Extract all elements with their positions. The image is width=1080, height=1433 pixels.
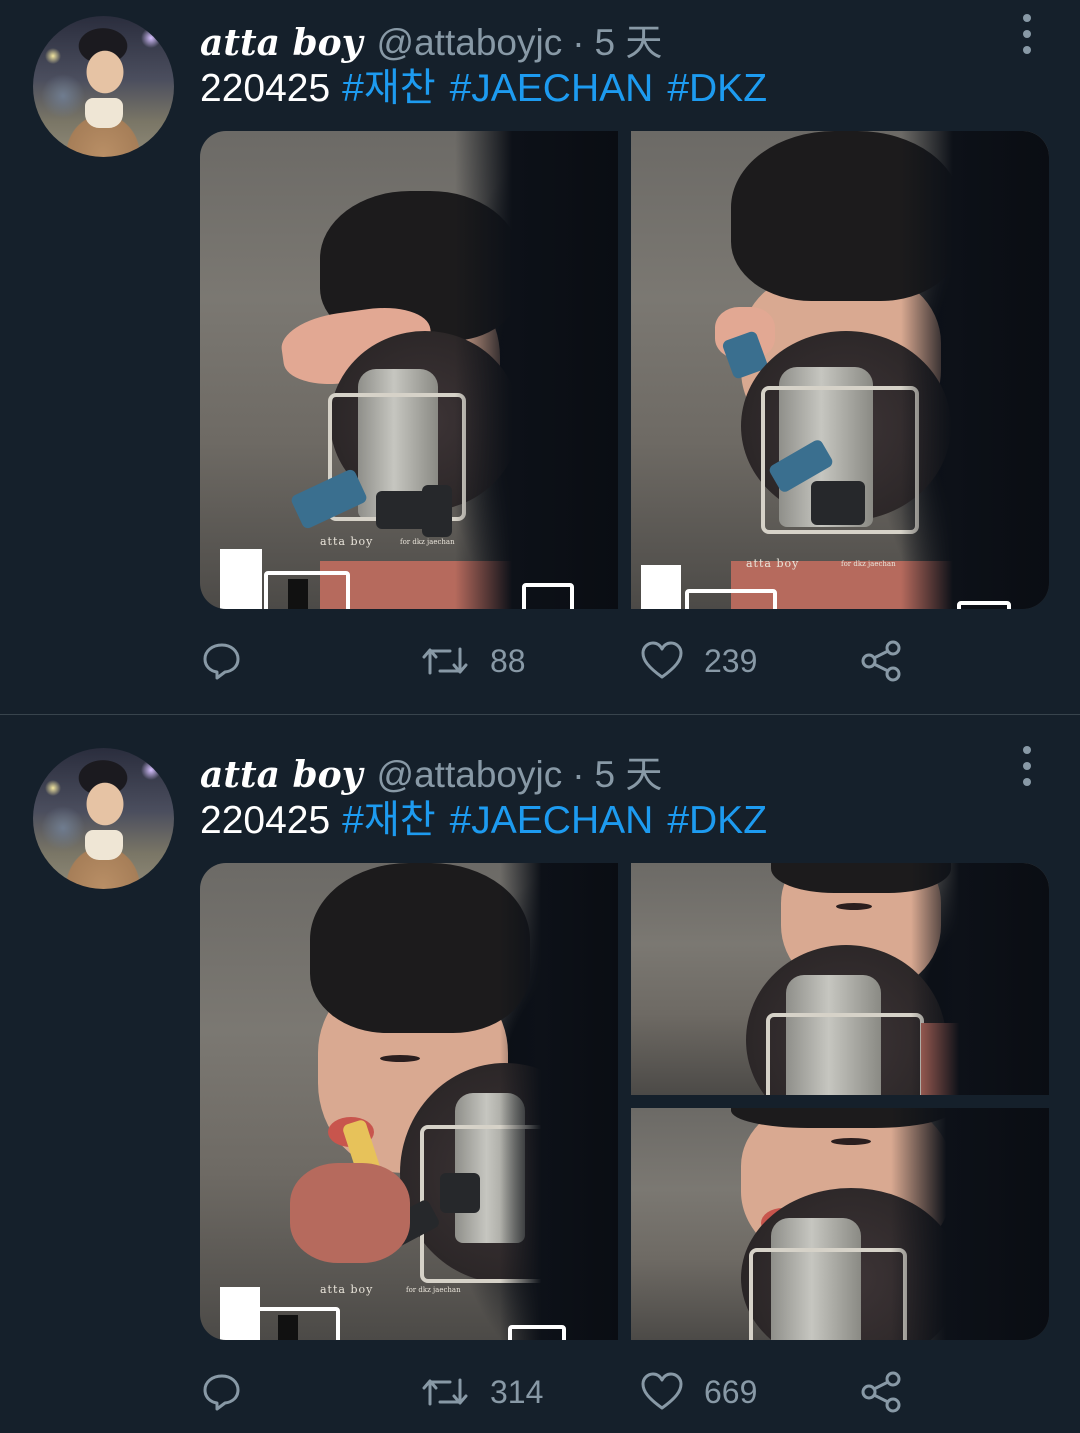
tweet-header: atta boy @attaboyjc · 5 天 bbox=[200, 12, 662, 64]
reply-button[interactable] bbox=[200, 1367, 264, 1417]
sticker-box-icon bbox=[264, 571, 350, 609]
retweet-count: 88 bbox=[490, 642, 526, 679]
sticker-icon bbox=[220, 549, 262, 609]
photo-watermark-sub: for dkz jaechan bbox=[406, 1286, 461, 1294]
tweet-text: 220425 #재찬 #JAECHAN #DKZ bbox=[200, 66, 781, 112]
avatar-scarf bbox=[85, 830, 123, 860]
tweet-date-text: 220425 bbox=[200, 799, 331, 842]
tweet-text: 220425 #재찬 #JAECHAN #DKZ bbox=[200, 798, 781, 844]
photo-watermark: atta boy bbox=[320, 1283, 374, 1296]
photo-watermark: atta boy bbox=[320, 535, 374, 548]
photo-watermark-sub: for dkz jaechan bbox=[400, 538, 455, 546]
photo[interactable] bbox=[631, 863, 1049, 1095]
media-grid: atta boy for dkz jaechan atta boy for dk… bbox=[200, 131, 1049, 609]
tweet-actions: 314 669 bbox=[200, 1367, 960, 1417]
reply-icon bbox=[203, 1374, 240, 1411]
like-count: 669 bbox=[704, 1373, 758, 1410]
photo[interactable] bbox=[631, 1108, 1049, 1340]
more-options-icon[interactable] bbox=[1014, 14, 1040, 54]
author-handle[interactable]: @attaboyjc bbox=[377, 754, 563, 796]
sticker-box-icon bbox=[685, 589, 777, 609]
share-button[interactable] bbox=[860, 636, 904, 686]
reply-icon bbox=[203, 643, 240, 680]
sticker-box-icon bbox=[254, 1307, 340, 1340]
like-button[interactable]: 669 bbox=[640, 1367, 757, 1417]
heart-icon bbox=[641, 641, 683, 679]
retweet-count: 314 bbox=[490, 1373, 544, 1410]
reply-button[interactable] bbox=[200, 636, 264, 686]
separator-dot: · bbox=[572, 22, 585, 63]
like-count: 239 bbox=[704, 642, 758, 679]
hashtag-jaechan-ko[interactable]: #재찬 bbox=[342, 67, 435, 110]
photo-watermark-sub: for dkz jaechan bbox=[841, 560, 896, 568]
hashtag-jaechan[interactable]: #JAECHAN bbox=[450, 799, 654, 842]
share-button[interactable] bbox=[860, 1367, 904, 1417]
avatar[interactable] bbox=[33, 16, 174, 157]
sticker-box-icon bbox=[522, 583, 574, 609]
tweet-actions: 88 239 bbox=[200, 636, 960, 686]
like-button[interactable]: 239 bbox=[640, 636, 757, 686]
hashtag-jaechan[interactable]: #JAECHAN bbox=[450, 67, 654, 110]
photo[interactable]: atta boy for dkz jaechan bbox=[631, 131, 1049, 609]
separator-dot: · bbox=[572, 754, 585, 795]
tweet-time[interactable]: 5 天 bbox=[595, 12, 663, 66]
retweet-icon bbox=[422, 647, 468, 675]
hashtag-dkz[interactable]: #DKZ bbox=[667, 799, 767, 842]
author-name[interactable]: atta boy bbox=[200, 754, 363, 796]
media-grid: atta boy for dkz jaechan bbox=[200, 863, 1049, 1340]
avatar[interactable] bbox=[33, 748, 174, 889]
share-icon bbox=[861, 1371, 901, 1413]
hashtag-jaechan-ko[interactable]: #재찬 bbox=[342, 799, 435, 842]
sticker-box-icon bbox=[508, 1325, 566, 1340]
photo[interactable]: atta boy for dkz jaechan bbox=[200, 131, 618, 609]
more-options-icon[interactable] bbox=[1014, 746, 1040, 786]
tweet-date-text: 220425 bbox=[200, 67, 331, 110]
author-handle[interactable]: @attaboyjc bbox=[377, 22, 563, 64]
photo-watermark: atta boy bbox=[746, 557, 800, 570]
retweet-icon bbox=[422, 1378, 468, 1406]
retweet-button[interactable]: 88 bbox=[420, 636, 526, 686]
photo[interactable]: atta boy for dkz jaechan bbox=[200, 863, 618, 1340]
tweet[interactable]: atta boy @attaboyjc · 5 天 220425 #재찬 #JAEC… bbox=[0, 715, 1080, 1433]
hashtag-dkz[interactable]: #DKZ bbox=[667, 67, 767, 110]
tweet-time[interactable]: 5 天 bbox=[595, 744, 663, 798]
avatar-scarf bbox=[85, 98, 123, 128]
retweet-button[interactable]: 314 bbox=[420, 1367, 543, 1417]
sticker-box-icon bbox=[957, 601, 1011, 609]
heart-icon bbox=[641, 1372, 683, 1410]
author-name[interactable]: atta boy bbox=[200, 22, 363, 64]
tweet[interactable]: atta boy @attaboyjc · 5 天 220425 #재찬 #JAEC… bbox=[0, 0, 1080, 714]
sticker-icon bbox=[641, 565, 681, 609]
share-icon bbox=[861, 640, 901, 682]
tweet-header: atta boy @attaboyjc · 5 天 bbox=[200, 744, 662, 796]
